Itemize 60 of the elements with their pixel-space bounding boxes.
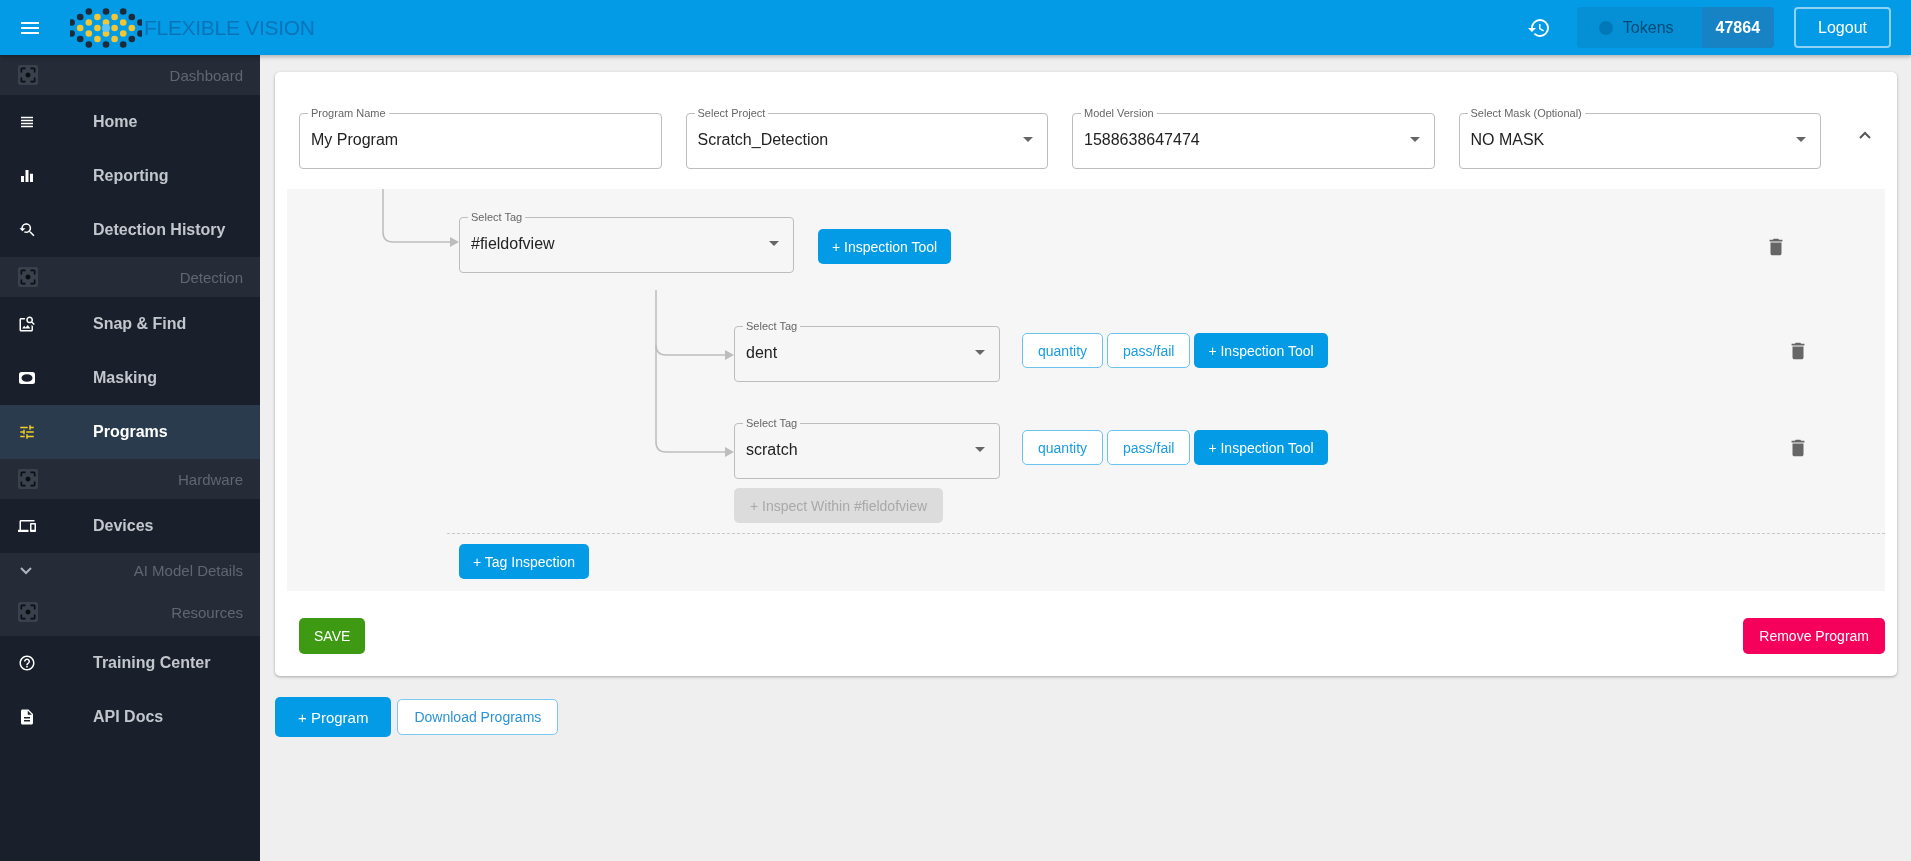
field-value: scratch [746, 440, 799, 459]
remove-program-button[interactable]: Remove Program [1743, 618, 1885, 654]
dropdown-arrow-icon [1796, 137, 1806, 142]
section-label: Hardware [177, 470, 243, 488]
tokens-count: 47864 [1701, 7, 1775, 48]
section-label: Resources [171, 603, 243, 621]
field-label: Program Name [310, 107, 387, 119]
nav-item[interactable]: Reporting [0, 149, 260, 203]
save-button[interactable]: SAVE [299, 618, 366, 654]
chevron-up-icon [1859, 131, 1871, 139]
field-value: #fieldofview [471, 234, 556, 253]
nav-item[interactable]: Snap & Find [0, 297, 260, 351]
select-field[interactable]: Select Tag #fieldofview [459, 211, 794, 273]
devices-icon [18, 517, 36, 535]
logo-icon [70, 7, 142, 48]
document-icon [18, 708, 36, 726]
focus-frame-icon [18, 267, 38, 287]
field-label: Select Tag [470, 211, 524, 223]
field-label: Select Mask (Optional) [1469, 107, 1583, 119]
text-field[interactable]: Program Name My Program [299, 107, 662, 169]
dropdown-arrow-icon [769, 241, 779, 246]
dropdown-arrow-icon [1023, 137, 1033, 142]
nav-item[interactable]: Detection History [0, 203, 260, 257]
field-value: NO MASK [1470, 130, 1546, 149]
focus-frame-icon [18, 602, 38, 622]
field-value: dent [746, 343, 779, 362]
field-label: Select Tag [745, 417, 799, 429]
image-search-icon [18, 315, 36, 333]
field-value: Scratch_Detection [697, 130, 830, 149]
select-field[interactable]: Model Version 1588638647474 [1072, 107, 1435, 169]
select-field[interactable]: Select Tag dent [734, 320, 1000, 382]
rounded-rect-icon [18, 369, 36, 387]
sliders-icon [18, 423, 36, 441]
nav-item[interactable]: Programs [0, 405, 260, 459]
nav-item[interactable]: Devices [0, 499, 260, 553]
download-programs-button[interactable]: Download Programs [397, 699, 559, 735]
field-label: Select Tag [745, 320, 799, 332]
help-icon [18, 654, 36, 672]
dropdown-arrow-icon [975, 350, 985, 355]
bar-chart-icon [18, 167, 36, 185]
nav-item[interactable]: Home [0, 95, 260, 149]
search-history-icon [18, 221, 36, 239]
select-field[interactable]: Select Tag scratch [734, 417, 1000, 479]
section-label: Detection [179, 268, 243, 286]
field-label: Model Version [1083, 107, 1155, 119]
field-value: My Program [311, 130, 400, 149]
field-value: 1588638647474 [1084, 130, 1201, 149]
dropdown-arrow-icon [1409, 137, 1420, 142]
nav-item[interactable]: Masking [0, 351, 260, 405]
focus-frame-icon [18, 65, 38, 85]
nav-item[interactable]: Training Center [0, 636, 260, 690]
dropdown-arrow-icon [975, 447, 985, 452]
section-label: Dashboard [169, 66, 243, 84]
select-field[interactable]: Select Project Scratch_Detection [685, 107, 1048, 169]
focus-frame-icon [18, 469, 38, 489]
tokens-label: Tokens [1576, 7, 1702, 48]
nav-item[interactable]: API Docs [0, 690, 260, 744]
field-label: Select Project [696, 107, 767, 119]
chevron-down-icon [20, 566, 32, 575]
select-field[interactable]: Select Mask (Optional) NO MASK [1458, 107, 1821, 169]
